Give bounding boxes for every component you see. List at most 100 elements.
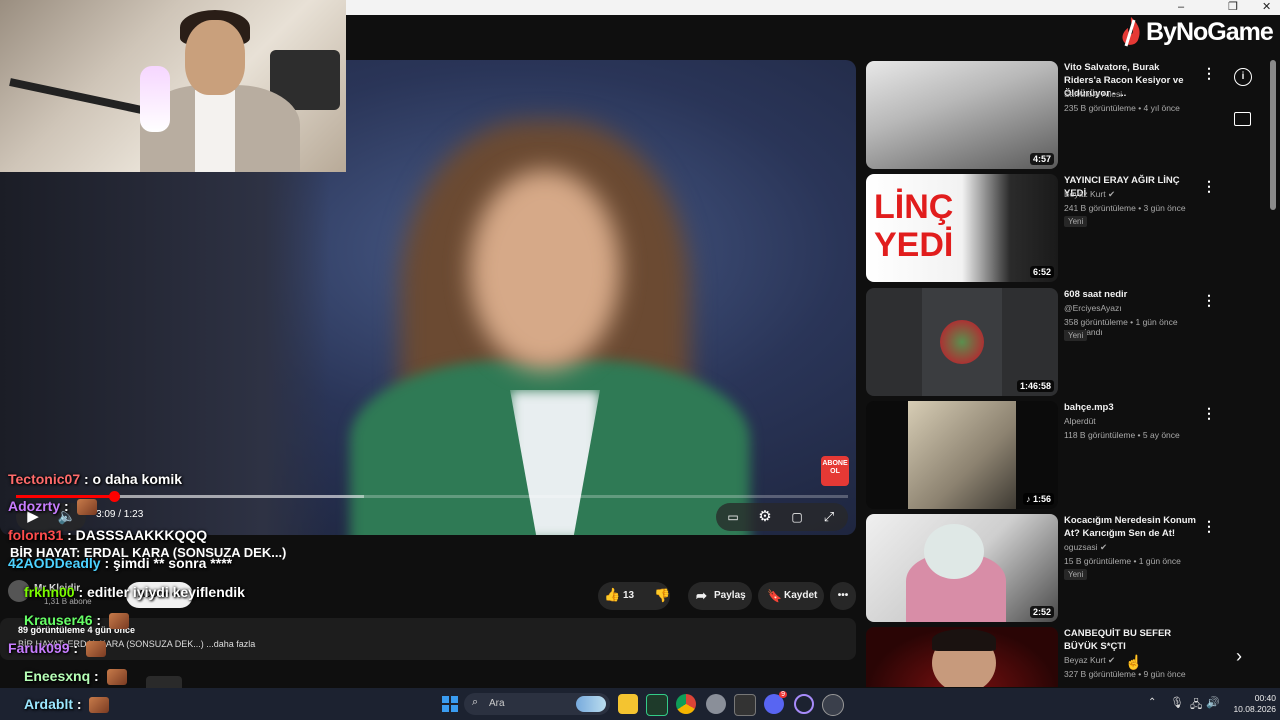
recommendation-item[interactable]: 2:52 Kocacığım Neredesin Konum At? Karıc… — [866, 514, 1216, 622]
chevron-up-icon[interactable]: ⌃ — [1148, 697, 1156, 708]
brand-logo-text: ByNoGame — [1146, 18, 1274, 46]
more-vertical-icon[interactable]: ⋮ — [1202, 292, 1216, 309]
console-icon[interactable] — [734, 694, 756, 716]
close-button[interactable]: ✕ — [1262, 0, 1271, 14]
chat-message: frkhn00 : editler iyiydi keyiflendik — [24, 584, 245, 600]
share-button[interactable]: ➦ Paylaş — [688, 582, 752, 610]
chrome-icon[interactable] — [676, 694, 696, 714]
recommendation-title[interactable]: CANBEQUİT BU SEFER BÜYÜK S*ÇTI — [1064, 627, 1196, 653]
chevron-right-icon[interactable]: › — [1236, 646, 1242, 667]
search-placeholder: Ara — [489, 698, 505, 709]
like-icon[interactable]: 👍 — [604, 587, 620, 603]
microphone-icon[interactable]: 🎙 — [1170, 696, 1184, 709]
recommendation-channel[interactable]: Alperdüt — [1064, 416, 1096, 426]
more-vertical-icon[interactable]: ⋮ — [1202, 405, 1216, 422]
recommendation-meta: 118 B görüntüleme • 5 ay önce — [1064, 430, 1180, 440]
app-ring-icon[interactable] — [794, 694, 814, 714]
chat-username: Faruk099 — [8, 640, 70, 656]
chat-text: : editler iyiydi keyiflendik — [78, 584, 245, 600]
recommendation-item[interactable]: 4:57 Vito Salvatore, Burak Riders'a Raco… — [866, 61, 1216, 169]
dislike-icon[interactable]: 👍 — [654, 587, 670, 603]
chat-username: Adozrty — [8, 498, 61, 514]
chat-message: 42AODDeadly : şimdi ** sonra **** — [8, 555, 232, 571]
more-horizontal-icon: ••• — [837, 590, 849, 601]
settings-gear-icon[interactable]: ⚙ — [752, 504, 778, 530]
taskbar-clock[interactable]: 00:40 10.08.2026 — [1233, 693, 1276, 714]
new-badge: Yeni — [1064, 216, 1088, 227]
recommendation-item[interactable]: LİNÇ YEDİ 6:52 YAYINCI ERAY AĞIR LİNÇ YE… — [866, 174, 1216, 282]
speaker-icon[interactable]: 🔊 — [1206, 696, 1220, 709]
thumbnail-text: LİNÇ — [874, 188, 954, 226]
obs-icon[interactable] — [822, 694, 844, 716]
chat-text: : — [96, 612, 102, 628]
terminal-app-icon[interactable] — [646, 694, 668, 716]
chat-message: Tectonic07 : o daha komik — [8, 471, 182, 487]
time-display: 3:09 / 1:23 — [96, 509, 144, 520]
more-vertical-icon[interactable]: ⋮ — [1202, 65, 1216, 82]
windows-start-icon[interactable] — [440, 694, 460, 714]
recommendation-item[interactable]: ♪ 1:56 bahçe.mp3 Alperdüt 118 B görüntül… — [866, 401, 1216, 509]
minimize-button[interactable]: – — [1178, 0, 1184, 14]
file-explorer-icon[interactable] — [618, 694, 638, 714]
recommendation-channel[interactable]: Beyaz Kurt ✔ — [1064, 189, 1115, 200]
chat-text: : — [76, 696, 82, 712]
recommendation-channel[interactable]: Salvatore Ailesi — [1064, 89, 1122, 99]
fullscreen-icon[interactable]: ⤢ — [816, 504, 842, 530]
scrollbar-thumb[interactable] — [1270, 60, 1276, 210]
recommendation-thumbnail[interactable] — [866, 627, 1058, 687]
recommendation-item[interactable]: 1:46:58 608 saat nedir @ErciyesAyazı 358… — [866, 288, 1216, 396]
recommendation-thumbnail[interactable]: ♪ 1:56 — [866, 401, 1058, 509]
recommendation-title[interactable]: bahçe.mp3 — [1064, 401, 1196, 414]
chat-emote — [89, 697, 110, 714]
taskbar-search[interactable]: ⌕ Ara — [464, 693, 610, 715]
discord-icon[interactable]: 9 — [764, 691, 787, 714]
more-actions-button[interactable]: ••• — [830, 582, 856, 610]
recommendation-channel[interactable]: oguzsasi ✔ — [1064, 542, 1107, 553]
progress-scrubber[interactable] — [109, 491, 120, 502]
streamer-webcam — [0, 0, 346, 172]
chat-bubble-icon[interactable] — [1234, 112, 1251, 126]
more-vertical-icon[interactable]: ⋮ — [1202, 178, 1216, 195]
recommendation-meta: 241 B görüntüleme • 3 gün önce — [1064, 203, 1186, 213]
info-icon[interactable]: i — [1234, 68, 1252, 86]
share-icon: ➦ — [696, 588, 707, 603]
settings-app-icon[interactable] — [706, 694, 726, 714]
recommendation-thumbnail[interactable]: 1:46:58 — [866, 288, 1058, 396]
chat-message: folorn31 : DASSSAAKKKQQQ — [8, 527, 207, 543]
chat-message: Adozrty : — [8, 498, 97, 516]
notification-badge: 9 — [779, 691, 787, 698]
recommendation-thumbnail[interactable]: LİNÇ YEDİ 6:52 — [866, 174, 1058, 282]
chat-message: Faruk099 : — [8, 640, 106, 658]
recommendation-channel[interactable]: Beyaz Kurt ✔ — [1064, 655, 1115, 666]
recommendation-title[interactable]: Kocacığım Neredesin Konum At? Karıcığım … — [1064, 514, 1196, 540]
recommendation-meta: 15 B görüntüleme • 1 gün önce — [1064, 556, 1181, 566]
subtitles-icon[interactable]: ▭ — [720, 504, 746, 530]
chat-username: folorn31 — [8, 527, 64, 543]
duration-badge: 2:52 — [1029, 606, 1054, 618]
window-title-bar: – ❐ ✕ — [346, 0, 1280, 15]
network-icon[interactable]: 🖧 — [1190, 696, 1202, 715]
recommendation-thumbnail[interactable]: 4:57 — [866, 61, 1058, 169]
save-button[interactable]: 🔖 Kaydet — [758, 582, 824, 610]
comment-chip[interactable] — [146, 676, 182, 688]
more-vertical-icon[interactable]: ⋮ — [1202, 631, 1206, 648]
chat-emote — [108, 613, 129, 630]
chat-text: : şimdi ** sonra **** — [104, 555, 233, 571]
more-vertical-icon[interactable]: ⋮ — [1202, 518, 1216, 535]
duration-badge: 1:46:58 — [1016, 380, 1054, 392]
recommendation-meta: 235 B görüntüleme • 4 yıl önce — [1064, 103, 1180, 113]
theater-mode-icon[interactable]: ▢ — [784, 504, 810, 530]
clock-time: 00:40 — [1254, 693, 1276, 703]
subscribe-watermark[interactable]: ABONE OL — [821, 456, 849, 486]
recommendation-channel[interactable]: @ErciyesAyazı — [1064, 303, 1122, 313]
mouse-cursor: ☝ — [1125, 654, 1143, 670]
chat-text: : — [64, 498, 69, 514]
restore-button[interactable]: ❐ — [1228, 0, 1238, 14]
duration-badge: 6:52 — [1029, 266, 1054, 278]
chat-message: Ardablt : — [24, 696, 110, 714]
recommendation-item[interactable]: CANBEQUİT BU SEFER BÜYÜK S*ÇTI Beyaz Kur… — [866, 627, 1206, 687]
bookmark-icon: 🔖 — [767, 589, 782, 603]
chat-text: : — [73, 640, 79, 656]
recommendation-thumbnail[interactable]: 2:52 — [866, 514, 1058, 622]
recommendation-title[interactable]: 608 saat nedir — [1064, 288, 1196, 301]
